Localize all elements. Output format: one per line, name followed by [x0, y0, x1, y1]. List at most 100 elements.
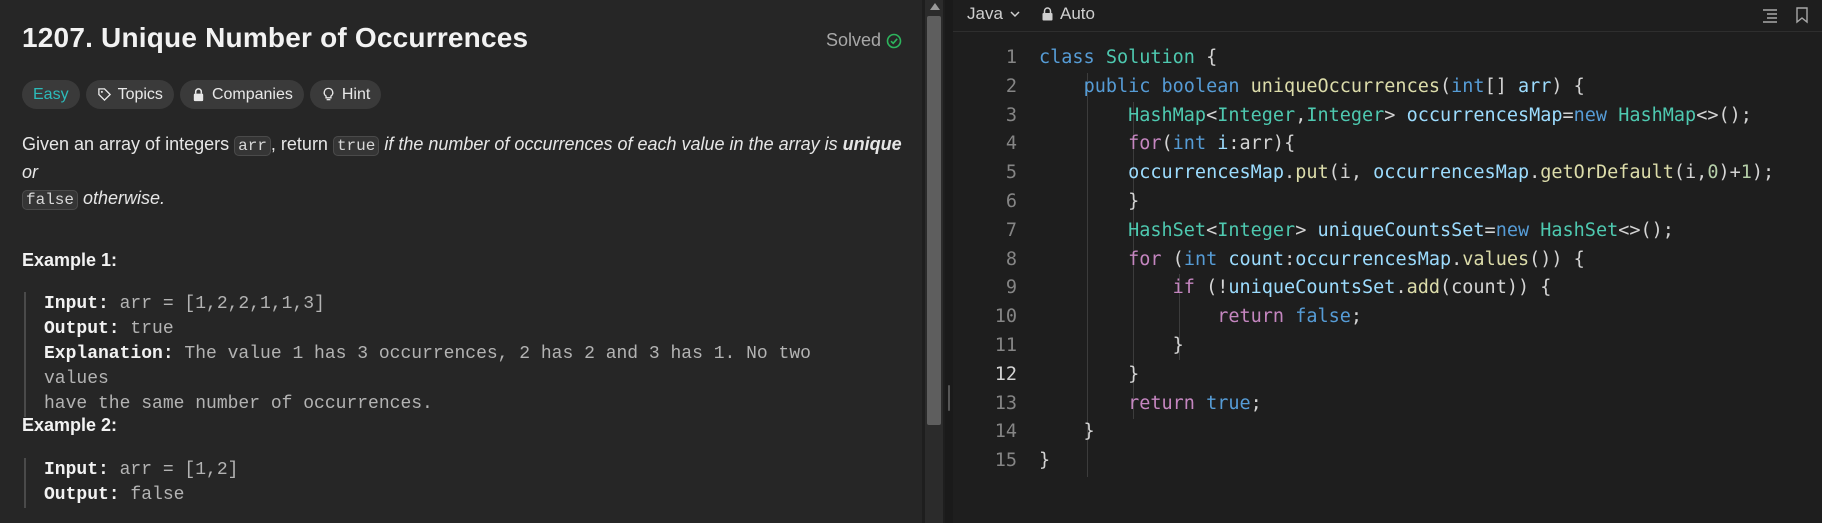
- line-number: 14: [994, 421, 1017, 443]
- line-number: 3: [1005, 104, 1017, 126]
- line-number: 4: [1005, 133, 1017, 155]
- code-line: 2 public boolean uniqueOccurrences(int[]…: [953, 73, 1822, 102]
- code-text: HashMap<Integer,Integer> occurrencesMap=…: [1128, 104, 1752, 126]
- code-text: }: [1039, 421, 1095, 443]
- line-number: 1: [1005, 47, 1017, 68]
- topics-tag[interactable]: Topics: [85, 80, 174, 109]
- code-text: return true;: [1128, 392, 1262, 414]
- line-number: 15: [994, 450, 1017, 472]
- example-2-block: Input: arr = [1,2] Output: false: [24, 458, 884, 508]
- input-value: arr = [1,2,2,1,1,3]: [108, 294, 325, 314]
- code-line: 12 }: [953, 361, 1822, 390]
- code-text: }: [1039, 363, 1140, 385]
- code-panel: Java Auto 1 class Solution { 2 public boo…: [953, 0, 1822, 523]
- problem-title: 1207. Unique Number of Occurrences: [22, 22, 529, 53]
- code-text: }: [1039, 190, 1140, 212]
- code-line: 14 }: [953, 418, 1822, 447]
- code-line: 9 if (!uniqueCountsSet.add(count)) {: [953, 274, 1822, 303]
- code-text: if (!uniqueCountsSet.add(count)) {: [1172, 277, 1552, 299]
- companies-tag[interactable]: Companies: [179, 80, 304, 109]
- problem-description: Given an array of integers arr, return t…: [22, 131, 902, 213]
- code-text: HashSet<Integer> uniqueCountsSet=new Has…: [1128, 219, 1674, 241]
- code-text: return false;: [1217, 306, 1363, 328]
- language-selector[interactable]: Java: [967, 4, 1021, 24]
- code-line: 7 HashSet<Integer> uniqueCountsSet=new H…: [953, 217, 1822, 246]
- problem-tags: Easy Topics Companies Hint: [22, 80, 382, 109]
- inline-code-arr: arr: [234, 136, 271, 156]
- example-1-block: Input: arr = [1,2,2,1,1,3] Output: true …: [24, 292, 884, 417]
- code-line: 13 return true;: [953, 390, 1822, 419]
- lock-icon: [1042, 7, 1053, 21]
- line-number: 8: [1005, 248, 1017, 270]
- lightbulb-icon: [323, 87, 334, 101]
- code-line: 5 occurrencesMap.put(i, occurrencesMap.g…: [953, 159, 1822, 188]
- explanation-text: have the same number of occurrences.: [44, 394, 433, 414]
- code-line: 4 for(int i:arr){: [953, 130, 1822, 159]
- solved-label: Solved: [825, 30, 881, 50]
- difficulty-tag[interactable]: Easy: [22, 80, 80, 109]
- chevron-down-icon: [1010, 11, 1020, 18]
- code-text: class Solution {: [1039, 47, 1218, 68]
- line-number: 5: [1005, 162, 1017, 184]
- code-line: 10 return false;: [953, 303, 1822, 332]
- problem-panel: 1207. Unique Number of Occurrences Solve…: [0, 0, 922, 523]
- code-text: public boolean uniqueOccurrences(int[] a…: [1083, 75, 1585, 97]
- code-text: }: [1039, 450, 1051, 472]
- desc-italic: or: [22, 162, 39, 182]
- line-number: 9: [1005, 277, 1017, 299]
- input-value: arr = [1,2]: [108, 460, 239, 480]
- check-circle-icon: [886, 33, 902, 48]
- line-number: 7: [1005, 219, 1017, 241]
- code-editor[interactable]: 1 class Solution { 2 public boolean uniqu…: [953, 44, 1822, 477]
- output-value: true: [119, 319, 174, 339]
- editor-toolbar: Java Auto: [953, 0, 1822, 32]
- explanation-label: Explanation:: [44, 344, 174, 364]
- desc-text: Given an array of integers: [22, 134, 235, 154]
- language-label: Java: [967, 4, 1003, 23]
- line-number: 11: [994, 334, 1017, 356]
- hint-label: Hint: [341, 85, 371, 103]
- code-line: 8 for (int count:occurrencesMap.values()…: [953, 246, 1822, 275]
- divider-handle[interactable]: [948, 385, 950, 411]
- code-text: occurrencesMap.put(i, occurrencesMap.get…: [1128, 162, 1775, 184]
- code-line: 11 }: [953, 332, 1822, 361]
- solved-status: Solved: [826, 30, 902, 51]
- bookmark-icon[interactable]: [1793, 6, 1811, 24]
- scrollbar-thumb[interactable]: [927, 16, 941, 425]
- example-1-title: Example 1:: [22, 250, 118, 270]
- code-line: 1 class Solution {: [953, 44, 1822, 73]
- line-number: 2: [1005, 75, 1017, 97]
- line-number: 6: [1005, 190, 1017, 212]
- desc-italic: if the number of occurrences of each val…: [379, 134, 843, 154]
- output-label: Output:: [44, 319, 120, 339]
- code-text: for(int i:arr){: [1128, 133, 1296, 155]
- line-number: 13: [994, 392, 1017, 414]
- output-value: false: [119, 485, 185, 505]
- hint-tag[interactable]: Hint: [309, 80, 382, 109]
- panel-divider[interactable]: [945, 0, 953, 523]
- inline-code-true: true: [332, 136, 380, 156]
- desc-bold: unique: [842, 134, 902, 154]
- tag-icon: [97, 88, 111, 102]
- desc-italic: otherwise.: [78, 188, 166, 208]
- desc-text: , return: [270, 134, 333, 154]
- input-label: Input:: [44, 460, 109, 480]
- code-line: 3 HashMap<Integer,Integer> occurrencesMa…: [953, 102, 1822, 131]
- output-label: Output:: [44, 485, 120, 505]
- code-line: 15}: [953, 447, 1822, 476]
- companies-label: Companies: [211, 85, 293, 103]
- code-text: }: [1039, 334, 1184, 356]
- inline-code-false: false: [22, 190, 79, 210]
- code-line: 6 }: [953, 188, 1822, 217]
- topics-label: Topics: [117, 85, 163, 103]
- lock-icon: [193, 88, 204, 102]
- line-number: 10: [994, 306, 1017, 328]
- code-text: for (int count:occurrencesMap.values()) …: [1128, 248, 1585, 270]
- example-2-title: Example 2:: [22, 415, 118, 435]
- scroll-up-arrow-icon[interactable]: [930, 3, 940, 10]
- line-number-active: 12: [994, 363, 1017, 385]
- auto-mode-toggle[interactable]: Auto: [1041, 4, 1095, 24]
- input-label: Input:: [44, 294, 109, 314]
- format-lines-icon[interactable]: [1761, 6, 1779, 24]
- auto-label: Auto: [1060, 4, 1095, 23]
